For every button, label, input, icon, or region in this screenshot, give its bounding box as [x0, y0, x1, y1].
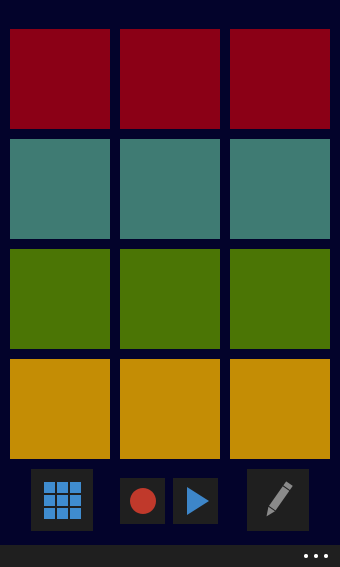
pad-red[interactable] [230, 29, 330, 129]
ellipsis-icon[interactable] [304, 549, 328, 563]
edit-button[interactable] [247, 469, 309, 531]
pad-red[interactable] [10, 29, 110, 129]
pad-green[interactable] [230, 249, 330, 349]
pad-teal[interactable] [230, 139, 330, 239]
pad-yellow[interactable] [10, 359, 110, 459]
grid-icon [43, 481, 81, 519]
pad-green[interactable] [10, 249, 110, 349]
play-icon [187, 487, 209, 515]
pad-yellow[interactable] [230, 359, 330, 459]
play-button[interactable] [173, 478, 218, 524]
pad-grid [10, 29, 330, 459]
pad-grid-button[interactable] [31, 469, 93, 531]
pad-red[interactable] [120, 29, 220, 129]
record-icon [129, 488, 156, 514]
record-button[interactable] [120, 478, 165, 524]
pencil-icon [266, 481, 293, 517]
pad-yellow[interactable] [120, 359, 220, 459]
pad-green[interactable] [120, 249, 220, 349]
app-bar [0, 545, 340, 567]
pad-teal[interactable] [120, 139, 220, 239]
pad-teal[interactable] [10, 139, 110, 239]
app-screen [0, 0, 340, 567]
